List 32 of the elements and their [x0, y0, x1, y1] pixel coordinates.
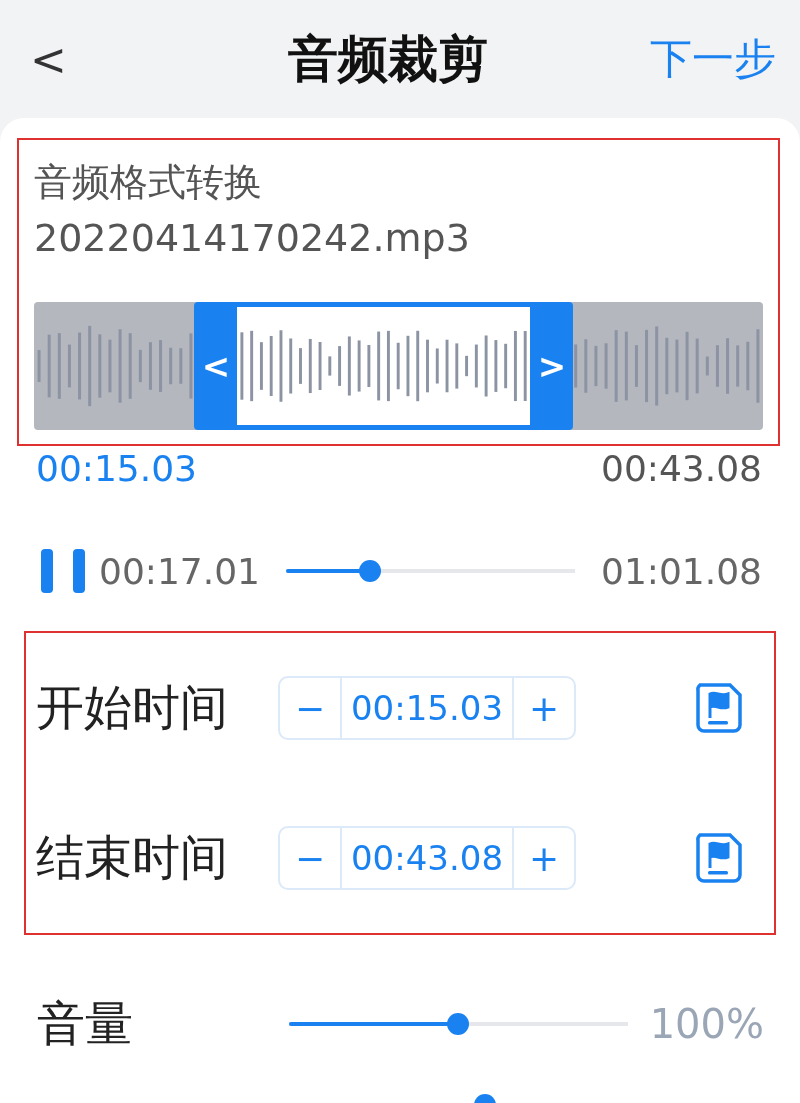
selection-frame[interactable]: < > — [194, 302, 574, 430]
volume-reading: 100% — [649, 1001, 764, 1047]
left-handle[interactable]: < — [194, 346, 238, 386]
minus-button[interactable]: − — [280, 678, 340, 738]
plus-button[interactable]: + — [514, 828, 574, 888]
time-stepper[interactable]: − 00:15.03 + — [278, 676, 576, 740]
right-handle[interactable]: > — [530, 346, 574, 386]
total-duration: 01:01.08 — [601, 550, 762, 592]
mark-button[interactable] — [694, 682, 744, 734]
time-value[interactable]: 00:15.03 — [340, 678, 514, 738]
slider-thumb[interactable] — [447, 1013, 470, 1035]
current-time: 00:17.01 — [99, 550, 260, 592]
next-button[interactable]: 下一步 — [650, 31, 776, 87]
back-button[interactable]: < — [30, 33, 67, 85]
time-value[interactable]: 00:43.08 — [340, 828, 514, 888]
file-name: 20220414170242.mp3 — [34, 215, 471, 262]
end-time: 00:43.08 — [601, 448, 762, 489]
flag-icon — [694, 832, 744, 884]
slider-thumb[interactable] — [358, 560, 381, 582]
waveform-track[interactable]: < > — [34, 302, 763, 430]
volume-label: 音量 — [37, 994, 134, 1053]
mark-button[interactable] — [694, 832, 744, 884]
start-time: 00:15.03 — [36, 448, 197, 489]
time-label: 开始时间 — [36, 678, 229, 737]
file-title: 音频格式转换 — [34, 159, 263, 206]
flag-icon — [694, 682, 744, 734]
page-title: 音频裁剪 — [288, 28, 489, 90]
pause-button[interactable] — [41, 549, 85, 593]
time-label: 结束时间 — [36, 828, 229, 887]
time-stepper[interactable]: − 00:43.08 + — [278, 826, 576, 890]
minus-button[interactable]: − — [280, 828, 340, 888]
plus-button[interactable]: + — [514, 678, 574, 738]
